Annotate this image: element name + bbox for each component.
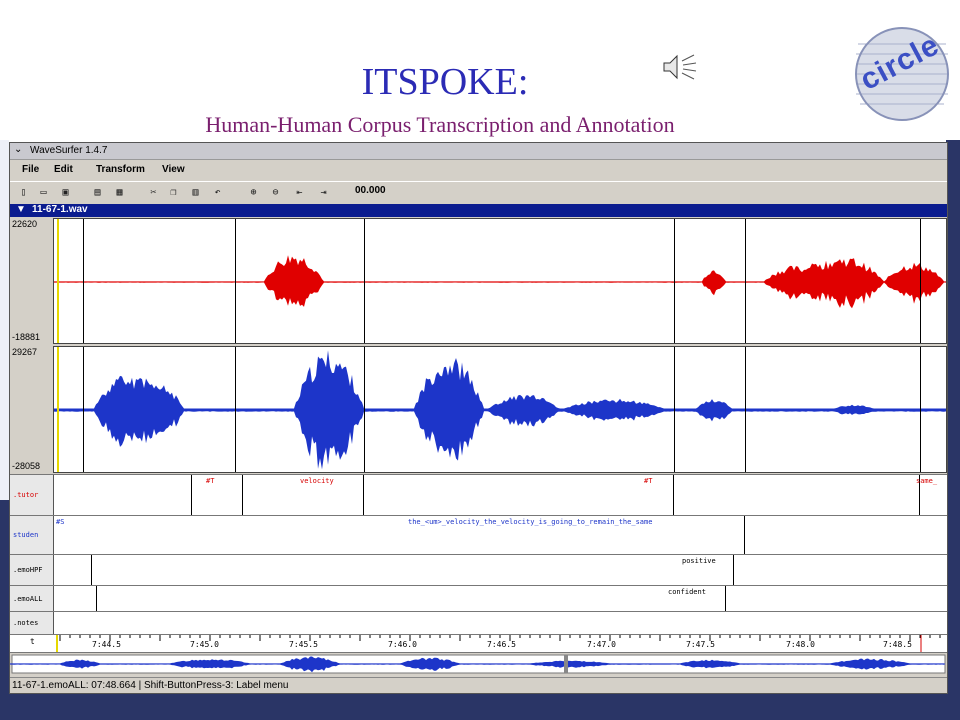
tier-label[interactable]: #T xyxy=(206,477,214,485)
ruler-tick: 7:47.5 xyxy=(686,640,715,649)
boundary-line xyxy=(920,347,921,472)
menu-view[interactable]: View xyxy=(162,164,185,175)
status-bar: 11-67-1.emoALL: 07:48.664 | Shift-Button… xyxy=(10,677,947,693)
slide-title: ITSPOKE: xyxy=(361,61,529,103)
ruler-tick: 7:48.5 xyxy=(883,640,912,649)
tier-name-tutor[interactable]: .tutor xyxy=(10,475,54,515)
overview-waveform xyxy=(10,654,946,674)
time-ruler[interactable]: t 7:44.5 7:45.0 7:45.5 7:46.0 7:46.5 7:4… xyxy=(10,634,947,652)
waveform-panel-2: 29267 -28058 xyxy=(10,346,947,473)
boundary-line xyxy=(83,347,84,472)
tier-emoall[interactable]: .emoALL confident xyxy=(10,585,947,611)
collapse-icon[interactable]: ▼ xyxy=(16,204,26,215)
paste-icon[interactable]: ▥ xyxy=(188,186,203,199)
tier-label[interactable]: same_ xyxy=(916,477,937,485)
boundary-line xyxy=(235,219,236,343)
segment-boundary[interactable] xyxy=(673,475,674,515)
wave1-max-label: 22620 xyxy=(12,219,38,229)
copy-icon[interactable]: ❐ xyxy=(166,186,181,199)
ruler-tick: 7:48.0 xyxy=(786,640,815,649)
zoom-out-icon[interactable]: ⊖ xyxy=(268,186,283,199)
menu-edit[interactable]: Edit xyxy=(54,164,73,175)
ruler-tick: 7:46.5 xyxy=(487,640,516,649)
waveform-panel-1: 22620 -18881 xyxy=(10,218,947,344)
tier-label[interactable]: #S xyxy=(56,518,64,526)
open-icon[interactable]: ▭ xyxy=(36,186,51,199)
waveform-red[interactable] xyxy=(53,218,947,344)
waveform-blue[interactable] xyxy=(53,346,947,473)
tier-student[interactable]: studen #S the_<um>_velocity_the_velocity… xyxy=(10,515,947,554)
speaker-icon[interactable] xyxy=(662,52,698,82)
tier-label[interactable]: #T xyxy=(644,477,652,485)
new-icon[interactable]: ▯ xyxy=(16,186,31,199)
segment-boundary[interactable] xyxy=(91,555,92,585)
window-titlebar[interactable]: ⌄ WaveSurfer 1.4.7 xyxy=(10,143,947,160)
file-bar[interactable]: ▼ 11-67-1.wav xyxy=(10,204,947,217)
tier-notes[interactable]: .notes xyxy=(10,611,947,634)
waveform-blue-svg xyxy=(54,347,946,472)
segment-boundary[interactable] xyxy=(363,475,364,515)
segment-boundary[interactable] xyxy=(191,475,192,515)
tier-label[interactable]: the_<um>_velocity_the_velocity_is_going_… xyxy=(408,518,652,526)
zoom-fit-icon[interactable]: ⇤ xyxy=(292,186,307,199)
undo-icon[interactable]: ↶ xyxy=(210,186,225,199)
window-title: WaveSurfer 1.4.7 xyxy=(30,145,108,156)
boundary-line xyxy=(364,219,365,343)
window-menu-icon[interactable]: ⌄ xyxy=(14,144,22,155)
ruler-tick: 7:45.0 xyxy=(190,640,219,649)
waveform-red-svg xyxy=(54,219,946,343)
boundary-line xyxy=(364,347,365,472)
boundary-line xyxy=(674,219,675,343)
boundary-line xyxy=(920,219,921,343)
ruler-tick: 7:46.0 xyxy=(388,640,417,649)
zoom-select-icon[interactable]: ⇥ xyxy=(316,186,331,199)
boundary-line xyxy=(745,219,746,343)
wave1-min-label: -18881 xyxy=(12,332,41,342)
boundary-line xyxy=(83,219,84,343)
menubar: File Edit Transform View xyxy=(10,160,947,180)
menu-file[interactable]: File xyxy=(22,164,39,175)
ruler-tick: 7:47.0 xyxy=(587,640,616,649)
segment-boundary[interactable] xyxy=(744,516,745,554)
tier-emohpf[interactable]: .emoHPF positive xyxy=(10,554,947,585)
status-text: 11-67-1.emoALL: 07:48.664 | Shift-Button… xyxy=(12,680,289,691)
ruler-tick: 7:44.5 xyxy=(92,640,121,649)
tier-tutor[interactable]: .tutor #T velocity #T same_ xyxy=(10,474,947,515)
zoom-in-icon[interactable]: ⊕ xyxy=(246,186,261,199)
cut-icon[interactable]: ✂ xyxy=(146,186,161,199)
toolbar: ▯ ▭ ▣ ▤ ▦ ✂ ❐ ▥ ↶ ⊕ ⊖ ⇤ ⇥ xyxy=(10,181,947,205)
boundary-line xyxy=(674,347,675,472)
print-icon[interactable]: ▤ xyxy=(90,186,105,199)
save-icon[interactable]: ▣ xyxy=(58,186,73,199)
properties-icon[interactable]: ▦ xyxy=(112,186,127,199)
wavesurfer-window: ⌄ WaveSurfer 1.4.7 File Edit Transform V… xyxy=(9,142,948,694)
tier-label[interactable]: velocity xyxy=(300,477,334,485)
tier-label[interactable]: confident xyxy=(668,588,706,596)
wave2-max-label: 29267 xyxy=(12,347,38,357)
segment-boundary[interactable] xyxy=(725,586,726,611)
tier-name-emohpf[interactable]: .emoHPF xyxy=(10,555,54,585)
segment-boundary[interactable] xyxy=(733,555,734,585)
tier-name-emoall[interactable]: .emoALL xyxy=(10,586,54,611)
ruler-tick: 7:45.5 xyxy=(289,640,318,649)
menu-transform[interactable]: Transform xyxy=(96,164,145,175)
time-display: 00.000 xyxy=(355,185,386,196)
segment-boundary[interactable] xyxy=(242,475,243,515)
wave2-min-label: -28058 xyxy=(12,461,41,471)
boundary-line xyxy=(745,347,746,472)
file-name: 11-67-1.wav xyxy=(32,204,88,215)
tier-name-notes[interactable]: .notes xyxy=(10,612,54,634)
segment-boundary[interactable] xyxy=(96,586,97,611)
tier-name-student[interactable]: studen xyxy=(10,516,54,554)
boundary-line xyxy=(235,347,236,472)
overview-panel[interactable] xyxy=(10,652,947,675)
tier-label[interactable]: positive xyxy=(682,557,716,565)
slide-subtitle: Human-Human Corpus Transcription and Ann… xyxy=(205,112,675,137)
